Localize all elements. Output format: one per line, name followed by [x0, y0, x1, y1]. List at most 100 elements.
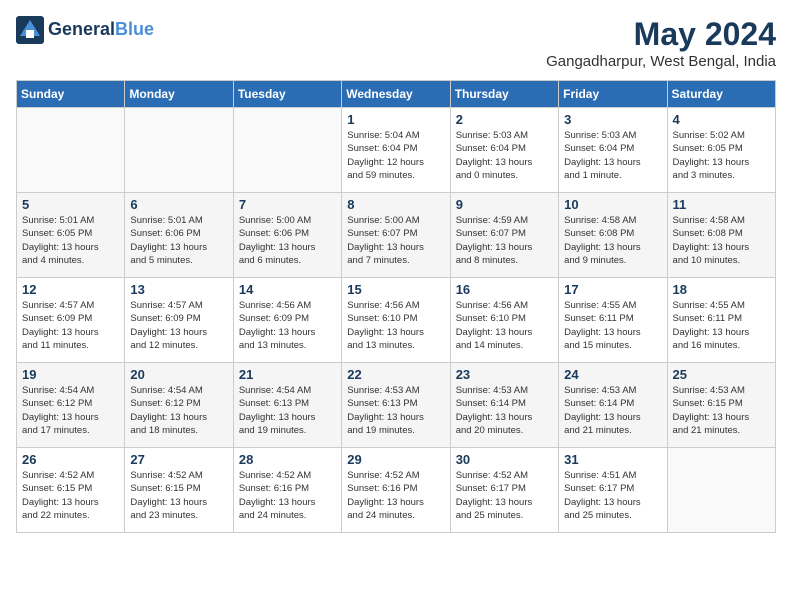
day-info: Sunrise: 4:54 AM Sunset: 6:13 PM Dayligh…: [239, 384, 336, 437]
weekday-header-saturday: Saturday: [667, 81, 775, 108]
day-number: 3: [564, 112, 661, 127]
calendar-cell: 15 Sunrise: 4:56 AM Sunset: 6:10 PM Dayli…: [342, 278, 450, 363]
day-number: 26: [22, 452, 119, 467]
day-info: Sunrise: 4:52 AM Sunset: 6:15 PM Dayligh…: [22, 469, 119, 522]
day-info: Sunrise: 4:54 AM Sunset: 6:12 PM Dayligh…: [22, 384, 119, 437]
day-number: 14: [239, 282, 336, 297]
calendar-cell: 10 Sunrise: 4:58 AM Sunset: 6:08 PM Dayli…: [559, 193, 667, 278]
calendar-cell: 29 Sunrise: 4:52 AM Sunset: 6:16 PM Dayli…: [342, 448, 450, 533]
day-info: Sunrise: 5:03 AM Sunset: 6:04 PM Dayligh…: [564, 129, 661, 182]
calendar-cell: [17, 108, 125, 193]
day-info: Sunrise: 4:53 AM Sunset: 6:14 PM Dayligh…: [564, 384, 661, 437]
day-info: Sunrise: 5:01 AM Sunset: 6:06 PM Dayligh…: [130, 214, 227, 267]
day-number: 15: [347, 282, 444, 297]
day-number: 19: [22, 367, 119, 382]
calendar-cell: 30Sunrise: 4:52 AM Sunset: 6:17 PM Dayli…: [450, 448, 558, 533]
day-number: 4: [673, 112, 770, 127]
day-info: Sunrise: 4:58 AM Sunset: 6:08 PM Dayligh…: [673, 214, 770, 267]
day-info: Sunrise: 5:03 AM Sunset: 6:04 PM Dayligh…: [456, 129, 553, 182]
calendar-cell: 11 Sunrise: 4:58 AM Sunset: 6:08 PM Dayli…: [667, 193, 775, 278]
location: Gangadharpur, West Bengal, India: [546, 53, 776, 70]
day-info: Sunrise: 4:53 AM Sunset: 6:15 PM Dayligh…: [673, 384, 770, 437]
logo: GeneralBlue: [16, 16, 154, 44]
calendar-cell: 27 Sunrise: 4:52 AM Sunset: 6:15 PM Dayli…: [125, 448, 233, 533]
day-number: 7: [239, 197, 336, 212]
day-number: 1: [347, 112, 444, 127]
calendar-week-row: 19 Sunrise: 4:54 AM Sunset: 6:12 PM Dayli…: [17, 363, 776, 448]
calendar-cell: 20 Sunrise: 4:54 AM Sunset: 6:12 PM Dayli…: [125, 363, 233, 448]
calendar-cell: 12Sunrise: 4:57 AM Sunset: 6:09 PM Dayli…: [17, 278, 125, 363]
calendar-cell: [233, 108, 341, 193]
day-number: 30: [456, 452, 553, 467]
day-info: Sunrise: 4:52 AM Sunset: 6:16 PM Dayligh…: [239, 469, 336, 522]
calendar-cell: 17 Sunrise: 4:55 AM Sunset: 6:11 PM Dayli…: [559, 278, 667, 363]
calendar-cell: 28 Sunrise: 4:52 AM Sunset: 6:16 PM Dayli…: [233, 448, 341, 533]
calendar-week-row: 1 Sunrise: 5:04 AM Sunset: 6:04 PM Daylig…: [17, 108, 776, 193]
day-number: 25: [673, 367, 770, 382]
calendar-cell: 25 Sunrise: 4:53 AM Sunset: 6:15 PM Dayli…: [667, 363, 775, 448]
calendar-cell: 14 Sunrise: 4:56 AM Sunset: 6:09 PM Dayli…: [233, 278, 341, 363]
calendar-week-row: 5Sunrise: 5:01 AM Sunset: 6:05 PM Daylig…: [17, 193, 776, 278]
day-info: Sunrise: 4:52 AM Sunset: 6:16 PM Dayligh…: [347, 469, 444, 522]
title-area: May 2024 Gangadharpur, West Bengal, Indi…: [546, 16, 776, 70]
page-header: GeneralBlue May 2024 Gangadharpur, West …: [16, 16, 776, 70]
day-number: 28: [239, 452, 336, 467]
day-info: Sunrise: 4:54 AM Sunset: 6:12 PM Dayligh…: [130, 384, 227, 437]
day-info: Sunrise: 5:00 AM Sunset: 6:07 PM Dayligh…: [347, 214, 444, 267]
calendar-cell: 5Sunrise: 5:01 AM Sunset: 6:05 PM Daylig…: [17, 193, 125, 278]
day-info: Sunrise: 4:53 AM Sunset: 6:13 PM Dayligh…: [347, 384, 444, 437]
day-number: 20: [130, 367, 227, 382]
calendar-cell: 2Sunrise: 5:03 AM Sunset: 6:04 PM Daylig…: [450, 108, 558, 193]
day-number: 13: [130, 282, 227, 297]
day-number: 17: [564, 282, 661, 297]
calendar-cell: 31 Sunrise: 4:51 AM Sunset: 6:17 PM Dayli…: [559, 448, 667, 533]
calendar-cell: [125, 108, 233, 193]
day-info: Sunrise: 4:53 AM Sunset: 6:14 PM Dayligh…: [456, 384, 553, 437]
calendar-week-row: 12Sunrise: 4:57 AM Sunset: 6:09 PM Dayli…: [17, 278, 776, 363]
day-number: 11: [673, 197, 770, 212]
day-info: Sunrise: 4:55 AM Sunset: 6:11 PM Dayligh…: [564, 299, 661, 352]
day-number: 27: [130, 452, 227, 467]
weekday-header-friday: Friday: [559, 81, 667, 108]
calendar-cell: 21Sunrise: 4:54 AM Sunset: 6:13 PM Dayli…: [233, 363, 341, 448]
day-number: 8: [347, 197, 444, 212]
weekday-header-sunday: Sunday: [17, 81, 125, 108]
day-number: 24: [564, 367, 661, 382]
calendar-cell: 22 Sunrise: 4:53 AM Sunset: 6:13 PM Dayli…: [342, 363, 450, 448]
day-number: 16: [456, 282, 553, 297]
calendar-cell: [667, 448, 775, 533]
calendar-cell: 23 Sunrise: 4:53 AM Sunset: 6:14 PM Dayli…: [450, 363, 558, 448]
day-number: 12: [22, 282, 119, 297]
day-number: 18: [673, 282, 770, 297]
day-info: Sunrise: 4:56 AM Sunset: 6:10 PM Dayligh…: [347, 299, 444, 352]
day-info: Sunrise: 5:00 AM Sunset: 6:06 PM Dayligh…: [239, 214, 336, 267]
calendar-cell: 4 Sunrise: 5:02 AM Sunset: 6:05 PM Daylig…: [667, 108, 775, 193]
day-info: Sunrise: 4:58 AM Sunset: 6:08 PM Dayligh…: [564, 214, 661, 267]
day-number: 31: [564, 452, 661, 467]
calendar-cell: 7 Sunrise: 5:00 AM Sunset: 6:06 PM Daylig…: [233, 193, 341, 278]
weekday-header-thursday: Thursday: [450, 81, 558, 108]
weekday-header-monday: Monday: [125, 81, 233, 108]
day-info: Sunrise: 4:56 AM Sunset: 6:09 PM Dayligh…: [239, 299, 336, 352]
day-info: Sunrise: 4:51 AM Sunset: 6:17 PM Dayligh…: [564, 469, 661, 522]
day-number: 23: [456, 367, 553, 382]
day-info: Sunrise: 4:52 AM Sunset: 6:15 PM Dayligh…: [130, 469, 227, 522]
calendar-cell: 9Sunrise: 4:59 AM Sunset: 6:07 PM Daylig…: [450, 193, 558, 278]
calendar-cell: 18 Sunrise: 4:55 AM Sunset: 6:11 PM Dayli…: [667, 278, 775, 363]
day-info: Sunrise: 5:04 AM Sunset: 6:04 PM Dayligh…: [347, 129, 444, 182]
calendar-cell: 16Sunrise: 4:56 AM Sunset: 6:10 PM Dayli…: [450, 278, 558, 363]
day-number: 29: [347, 452, 444, 467]
day-number: 9: [456, 197, 553, 212]
day-info: Sunrise: 4:55 AM Sunset: 6:11 PM Dayligh…: [673, 299, 770, 352]
weekday-header-tuesday: Tuesday: [233, 81, 341, 108]
day-info: Sunrise: 5:02 AM Sunset: 6:05 PM Dayligh…: [673, 129, 770, 182]
day-number: 10: [564, 197, 661, 212]
logo-text: GeneralBlue: [48, 20, 154, 40]
day-number: 22: [347, 367, 444, 382]
month-title: May 2024: [546, 16, 776, 53]
calendar-week-row: 26 Sunrise: 4:52 AM Sunset: 6:15 PM Dayli…: [17, 448, 776, 533]
calendar-cell: 19 Sunrise: 4:54 AM Sunset: 6:12 PM Dayli…: [17, 363, 125, 448]
day-number: 6: [130, 197, 227, 212]
calendar-cell: 8 Sunrise: 5:00 AM Sunset: 6:07 PM Daylig…: [342, 193, 450, 278]
weekday-header-row: SundayMondayTuesdayWednesdayThursdayFrid…: [17, 81, 776, 108]
